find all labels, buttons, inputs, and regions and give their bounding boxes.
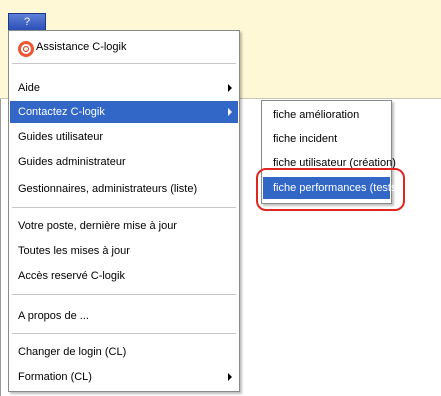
- menu-item-label: Votre poste, dernière mise à jour: [18, 220, 177, 232]
- menu-item-formation[interactable]: Formation (CL): [10, 366, 238, 388]
- menu-item-label: Changer de login (CL): [18, 346, 127, 358]
- menu-item-a-propos[interactable]: A propos de ...: [10, 305, 238, 327]
- submenu-item-amelioration[interactable]: fiche amélioration: [263, 104, 390, 126]
- lifebuoy-icon: [18, 41, 34, 57]
- menu-item-label: Guides utilisateur: [18, 131, 103, 143]
- menu-separator: [12, 294, 236, 295]
- menu-item-label: Formation (CL): [18, 371, 92, 383]
- submenu-item-incident[interactable]: fiche incident: [263, 128, 390, 150]
- help-menu-button[interactable]: ?: [8, 13, 46, 31]
- menu-item-gestionnaires[interactable]: Gestionnaires, administrateurs (liste): [10, 178, 238, 200]
- menu-item-label: fiche amélioration: [273, 109, 360, 121]
- help-dropdown-menu: Assistance C-logik Aide Contactez C-logi…: [8, 30, 240, 392]
- menu-item-contactez[interactable]: Contactez C-logik: [10, 101, 238, 123]
- menu-item-label: Gestionnaires, administrateurs (liste): [18, 183, 198, 195]
- menu-item-label: Contactez C-logik: [18, 106, 105, 118]
- menu-item-guides-utilisateur[interactable]: Guides utilisateur: [10, 126, 238, 148]
- submenu-arrow-icon: [228, 373, 232, 381]
- menu-item-assistance[interactable]: Assistance C-logik: [10, 36, 238, 58]
- menu-separator: [12, 63, 236, 64]
- menu-item-label: A propos de ...: [18, 310, 89, 322]
- menu-item-aide[interactable]: Aide: [10, 77, 238, 99]
- menu-item-acces-reserve[interactable]: Accès reservé C-logik: [10, 265, 238, 287]
- menu-separator: [12, 333, 236, 334]
- menu-item-votre-poste[interactable]: Votre poste, dernière mise à jour: [10, 215, 238, 237]
- submenu-arrow-icon: [228, 84, 232, 92]
- annotation-highlight-ring: [256, 168, 405, 211]
- menu-item-label: Guides administrateur: [18, 156, 126, 168]
- menu-item-label: Aide: [18, 82, 41, 94]
- menu-item-toutes-mises-a-jour[interactable]: Toutes les mises à jour: [10, 240, 238, 262]
- menu-item-changer-login[interactable]: Changer de login (CL): [10, 341, 238, 363]
- menu-item-guides-administrateur[interactable]: Guides administrateur: [10, 151, 238, 173]
- menu-item-label: Accès reservé C-logik: [18, 270, 125, 282]
- menu-separator: [12, 207, 236, 208]
- submenu-arrow-icon: [228, 108, 232, 116]
- menu-item-label: fiche incident: [273, 133, 338, 145]
- menu-item-label: Assistance C-logik: [36, 41, 127, 53]
- menu-item-label: Toutes les mises à jour: [18, 245, 130, 257]
